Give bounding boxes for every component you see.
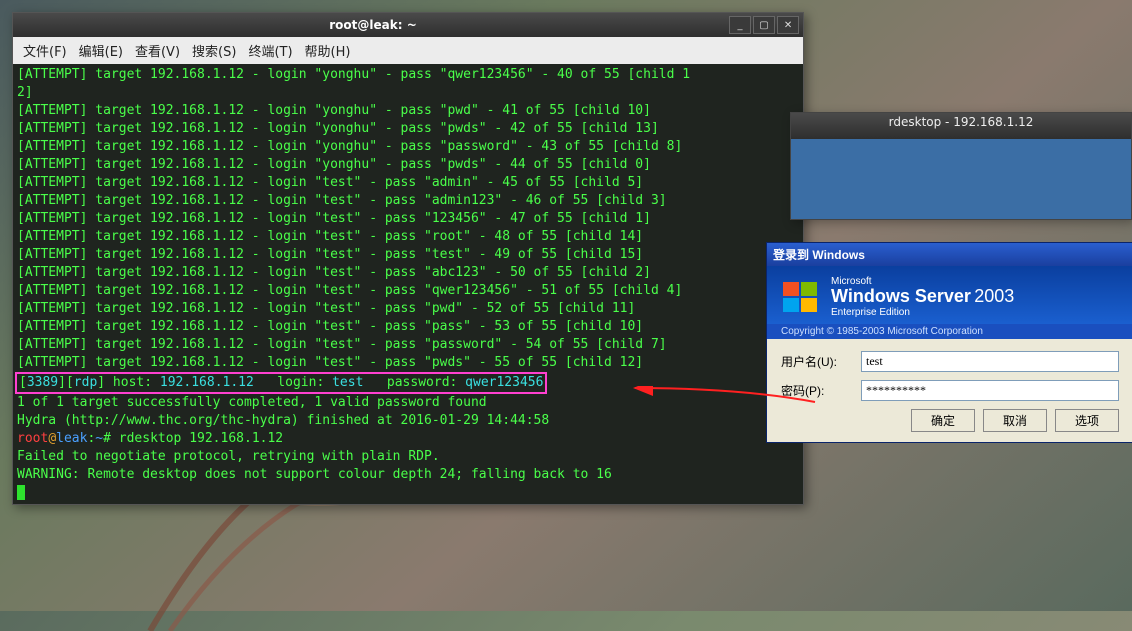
- username-input[interactable]: [861, 351, 1119, 372]
- login-caption-prefix: 登录到: [773, 248, 809, 262]
- password-input[interactable]: [861, 380, 1119, 401]
- banner-product: Windows Server: [831, 286, 971, 306]
- username-label: 用户名(U):: [781, 353, 861, 370]
- terminal-titlebar[interactable]: root@leak: ~ _ ▢ ✕: [13, 13, 803, 37]
- banner-year: 2003: [974, 286, 1014, 306]
- rdesktop-titlebar[interactable]: rdesktop - 192.168.1.12: [791, 113, 1131, 139]
- terminal-window: root@leak: ~ _ ▢ ✕ 文件(F) 编辑(E) 查看(V) 搜索(…: [12, 12, 804, 505]
- terminal-menubar: 文件(F) 编辑(E) 查看(V) 搜索(S) 终端(T) 帮助(H): [13, 37, 803, 64]
- terminal-output[interactable]: [ATTEMPT] target 192.168.1.12 - login "y…: [13, 64, 803, 504]
- rdesktop-window: rdesktop - 192.168.1.12: [790, 112, 1132, 220]
- login-copyright: Copyright © 1985-2003 Microsoft Corporat…: [767, 324, 1132, 339]
- menu-view[interactable]: 查看(V): [131, 40, 184, 61]
- minimize-button[interactable]: _: [729, 16, 751, 34]
- menu-edit[interactable]: 编辑(E): [75, 40, 127, 61]
- windows-login-dialog: 登录到 Windows Microsoft Windows Server 200…: [766, 242, 1132, 443]
- login-caption[interactable]: 登录到 Windows: [767, 243, 1132, 266]
- menu-terminal[interactable]: 终端(T): [244, 40, 296, 61]
- password-label: 密码(P):: [781, 382, 861, 399]
- login-caption-windows: Windows: [812, 248, 865, 262]
- menu-file[interactable]: 文件(F): [19, 40, 71, 61]
- windows-flag-icon: [781, 280, 821, 314]
- banner-edition: Enterprise Edition: [831, 307, 1014, 318]
- maximize-button[interactable]: ▢: [753, 16, 775, 34]
- menu-help[interactable]: 帮助(H): [301, 40, 355, 61]
- login-banner: Microsoft Windows Server 2003 Enterprise…: [767, 266, 1132, 324]
- options-button[interactable]: 选项: [1055, 409, 1119, 432]
- close-button[interactable]: ✕: [777, 16, 799, 34]
- login-form: 用户名(U): 密码(P): 确定 取消 选项: [767, 339, 1132, 442]
- terminal-title: root@leak: ~: [329, 18, 417, 32]
- rdesktop-title: rdesktop - 192.168.1.12: [889, 115, 1034, 129]
- cancel-button[interactable]: 取消: [983, 409, 1047, 432]
- menu-search[interactable]: 搜索(S): [188, 40, 240, 61]
- rdesktop-body: [791, 139, 1131, 219]
- ok-button[interactable]: 确定: [911, 409, 975, 432]
